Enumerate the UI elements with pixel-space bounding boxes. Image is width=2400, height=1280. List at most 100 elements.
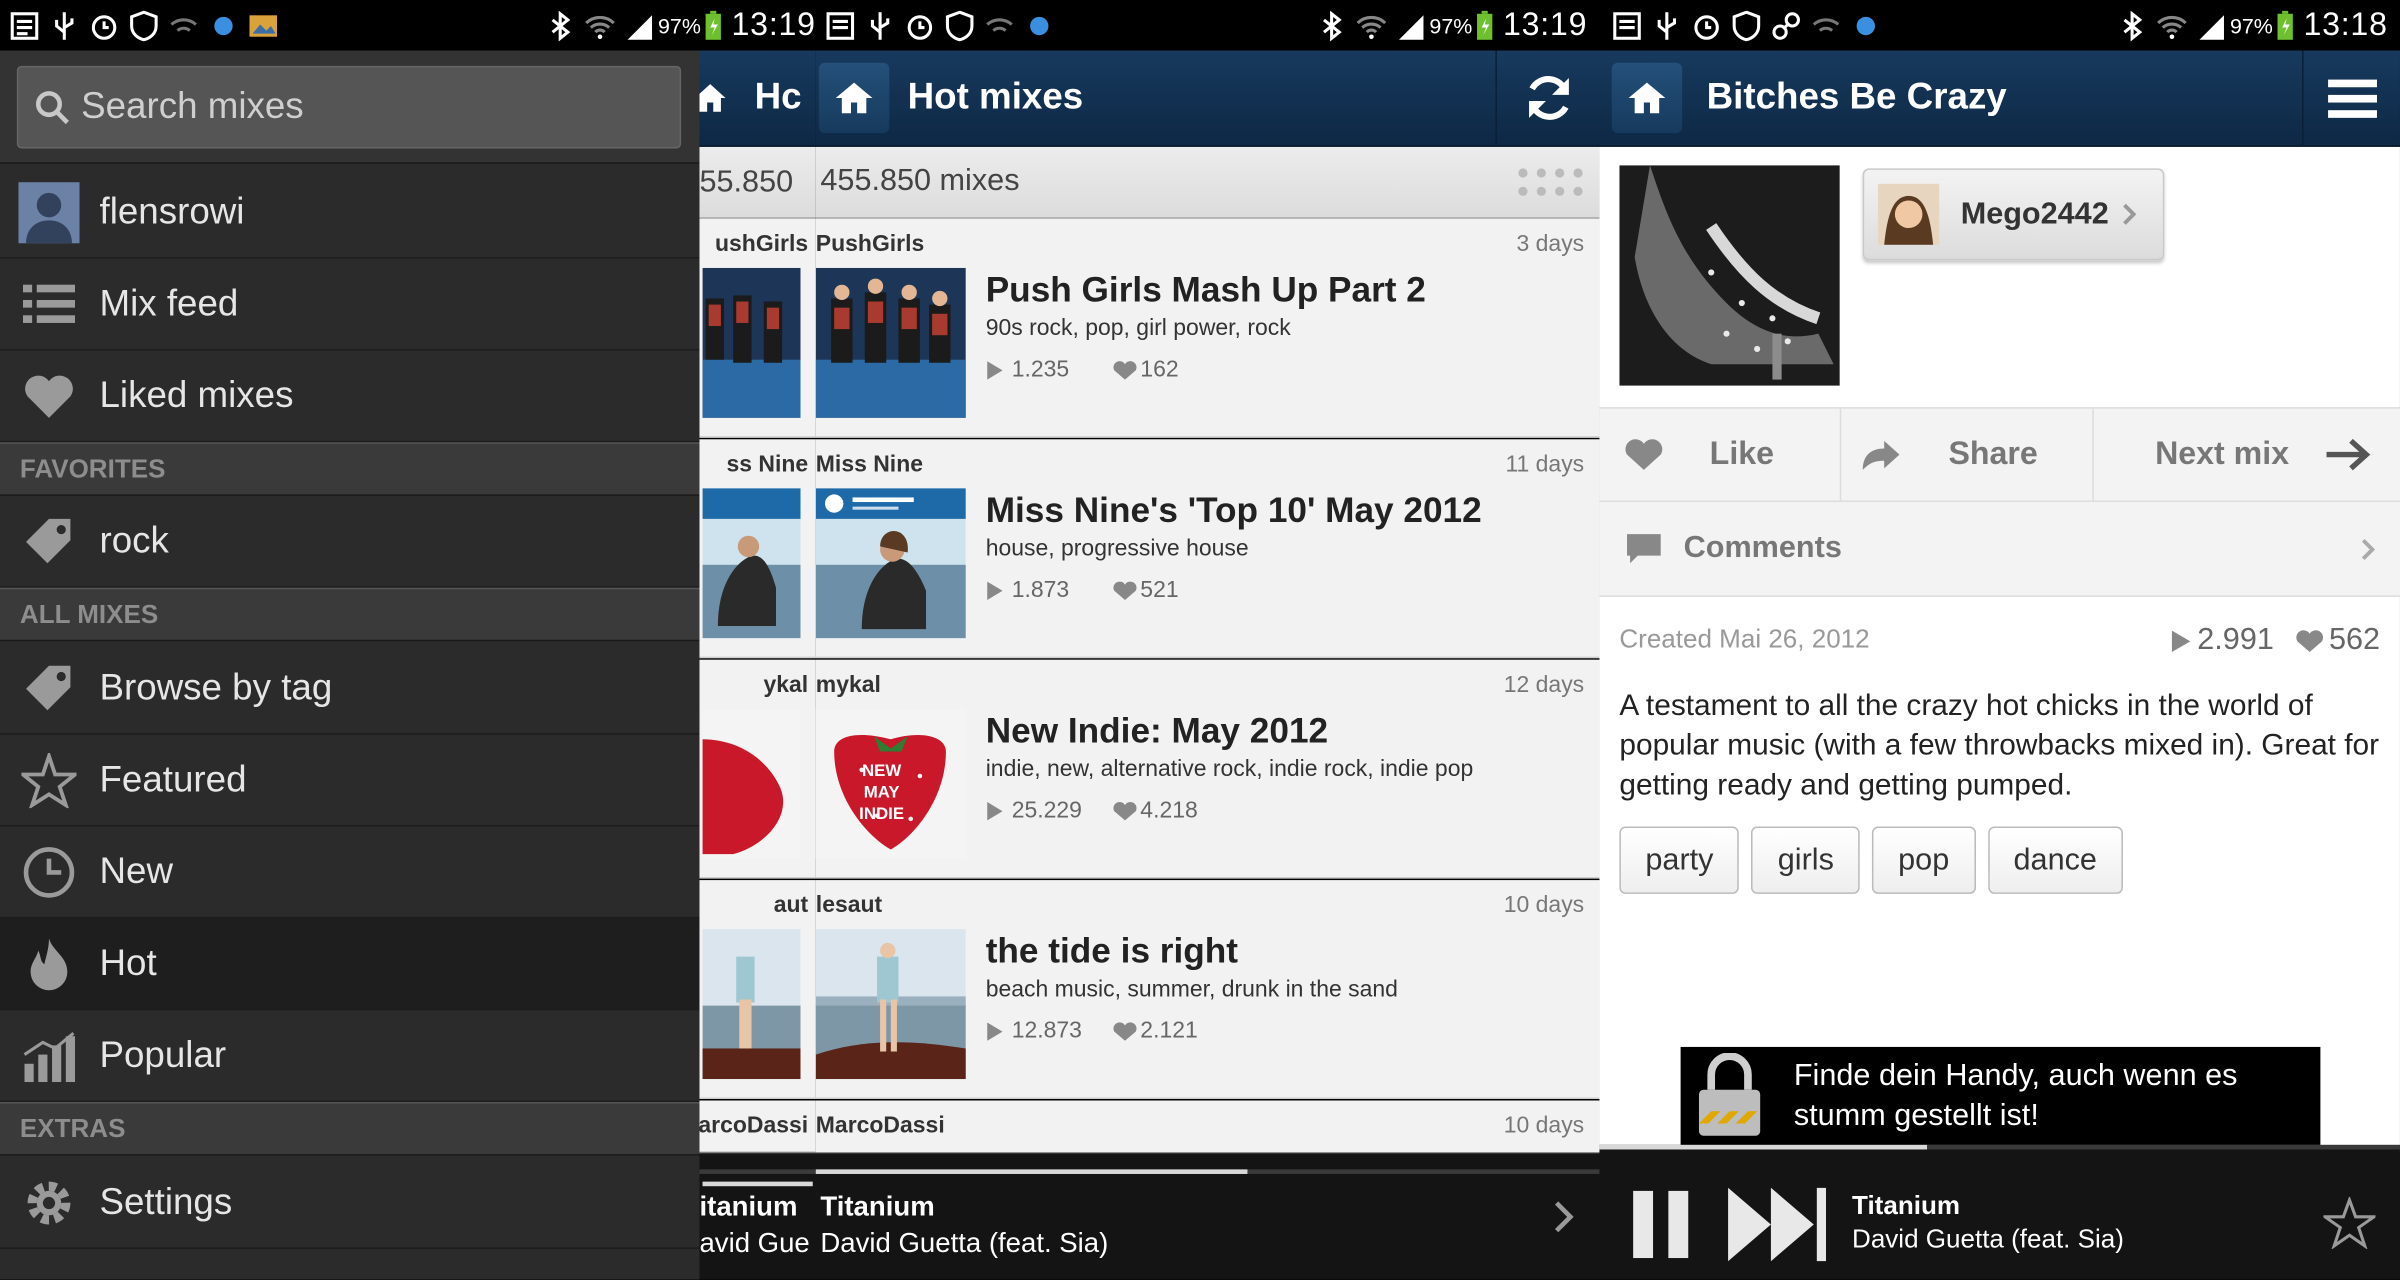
tag-button[interactable]: dance (1987, 826, 2123, 894)
share-button[interactable]: Share (1841, 408, 2094, 501)
mix-author[interactable]: PushGirls (816, 231, 924, 257)
nav-item-settings[interactable]: Settings (0, 1157, 700, 1249)
nav-item-new[interactable]: New (0, 827, 700, 919)
tag-button[interactable]: pop (1872, 826, 1976, 894)
play-count-icon (987, 801, 1003, 820)
mix-row[interactable]: lesaut 10 days the tide is right beach m… (815, 880, 1600, 1099)
bluetooth-icon (1322, 9, 1342, 41)
track-title: Titanium (820, 1190, 935, 1222)
like-count-icon (1113, 580, 1137, 600)
tag-button[interactable]: girls (1751, 826, 1860, 894)
mix-tags: house, progressive house (985, 535, 1249, 562)
mini-player[interactable]: itanium avid Gue Titanium David Guetta (… (699, 1152, 1600, 1280)
mix-stats: 1.235 162 (986, 357, 1179, 383)
alarm-icon (1694, 14, 1719, 40)
play-count-icon (987, 580, 1003, 600)
menu-button[interactable] (2302, 49, 2400, 147)
section-header-all-mixes: ALL MIXES (0, 587, 700, 642)
signal-icon (2199, 14, 2224, 40)
mix-author[interactable]: mykal (816, 672, 881, 698)
nav-item-mix-feed[interactable]: Mix feed (0, 259, 700, 351)
page-title: Bitches Be Crazy (1706, 76, 2007, 118)
mix-cover (815, 488, 966, 639)
user-profile-item[interactable]: flensrowi (0, 167, 700, 259)
mix-age: 12 days (1503, 671, 1585, 698)
wifi-icon (1356, 15, 1387, 39)
gear-icon (18, 1172, 79, 1233)
mix-stats: 25.229 4.218 (986, 797, 1198, 823)
mix-age: 11 days (1505, 451, 1585, 478)
player-bar: Titanium David Guetta (feat. Sia) (1599, 1144, 2400, 1280)
signal-icon (1398, 14, 1424, 40)
play-count-icon (987, 360, 1003, 379)
mix-row[interactable]: MarcoDassi 10 days (815, 1100, 1600, 1153)
mix-cover (815, 267, 966, 418)
ad-banner[interactable]: Finde dein Handy, auch wenn es stumm ges… (1680, 1046, 2321, 1145)
section-header-favorites: FAVORITES (0, 442, 700, 496)
mix-tags: beach music, summer, drunk in the sand (985, 976, 1398, 1003)
usb-icon (870, 11, 890, 40)
tag-icon (18, 510, 79, 571)
nav-item-hot[interactable]: Hot (0, 918, 700, 1011)
app-notification-icon (1030, 16, 1049, 35)
next-mix-button[interactable]: Next mix (2094, 409, 2400, 501)
lock-icon (1698, 1053, 1761, 1136)
comments-row[interactable]: Comments (1599, 502, 2400, 597)
nav-item-popular[interactable]: Popular (0, 1010, 700, 1103)
search-bar: Search mixes (0, 50, 700, 164)
nav-item-browse-by-tag[interactable]: Browse by tag (0, 643, 700, 735)
mix-author[interactable]: Miss Nine (816, 452, 923, 478)
skip-next-button[interactable] (1728, 1187, 1829, 1262)
notes-icon (10, 11, 39, 40)
arrow-right-icon (2325, 438, 2370, 471)
app-notification-icon (214, 16, 233, 35)
mix-author[interactable]: lesaut (816, 892, 882, 918)
mix-cover: NEW MAY INDIE (815, 708, 966, 859)
ghost-artist: avid Gue (699, 1227, 810, 1259)
search-input[interactable]: Search mixes (16, 65, 682, 149)
mix-row[interactable]: PushGirls 3 days Push Girls Mash Up Part… (815, 218, 1600, 438)
mix-stats: 2.991 562 (2170, 623, 2380, 658)
battery-icon (705, 9, 721, 40)
mix-row[interactable]: Miss Nine 11 days Miss Nine's 'Top 10' M… (815, 439, 1600, 659)
mix-title: Push Girls Mash Up Part 2 (985, 269, 1426, 310)
pause-button[interactable] (1630, 1190, 1691, 1259)
like-count-icon (2295, 629, 2323, 652)
creator-button[interactable]: Mego2442 (1862, 168, 2165, 261)
home-icon (1628, 82, 1666, 114)
like-count-icon (1113, 801, 1137, 820)
chevron-right-icon[interactable] (1554, 1200, 1575, 1234)
nav-item-rock[interactable]: rock (0, 496, 700, 588)
mix-description: A testament to all the crazy hot chicks … (1619, 688, 2380, 803)
created-date: Created Mai 26, 2012 (1619, 624, 1870, 654)
tag-button[interactable]: party (1619, 826, 1740, 894)
mix-title: Miss Nine's 'Top 10' May 2012 (985, 489, 1482, 530)
mix-age: 3 days (1516, 231, 1585, 258)
ghost-progress (702, 1181, 813, 1187)
mix-count: 455.850 mixes (820, 163, 1020, 198)
bluetooth-icon (551, 9, 571, 41)
like-button[interactable]: Like (1599, 408, 1842, 501)
notes-icon (1613, 11, 1641, 40)
tag-icon (18, 657, 79, 718)
heart-icon (1625, 439, 1663, 470)
screenshot-composite: 97% 13:19 Search mixes flensrowi Mix fee… (0, 0, 2400, 1280)
home-button[interactable] (1611, 62, 1683, 134)
mix-row[interactable]: mykal 12 days NEW MAY INDIE New Indie: M… (815, 659, 1600, 879)
section-header-extras: EXTRAS (0, 1102, 700, 1156)
list-icon (18, 273, 79, 334)
nav-item-liked-mixes[interactable]: Liked mixes (0, 351, 700, 443)
grid-handle-icon[interactable] (1517, 165, 1587, 199)
refresh-button[interactable] (1495, 49, 1599, 147)
wifi-off-icon (986, 17, 1013, 32)
alarm-icon (91, 14, 117, 40)
star-icon[interactable] (2323, 1196, 2376, 1249)
mix-tags: indie, new, alternative rock, indie rock… (985, 756, 1474, 783)
nav-item-featured[interactable]: Featured (0, 735, 700, 827)
home-button[interactable] (818, 62, 890, 134)
mix-author[interactable]: MarcoDassi (816, 1113, 945, 1139)
heart-icon (18, 365, 79, 426)
app-notification-icon (1856, 16, 1875, 35)
mix-detail: Mego2442 Like Share Next mix Comments Cr… (1599, 146, 2400, 1153)
bluetooth-icon (2123, 9, 2143, 41)
